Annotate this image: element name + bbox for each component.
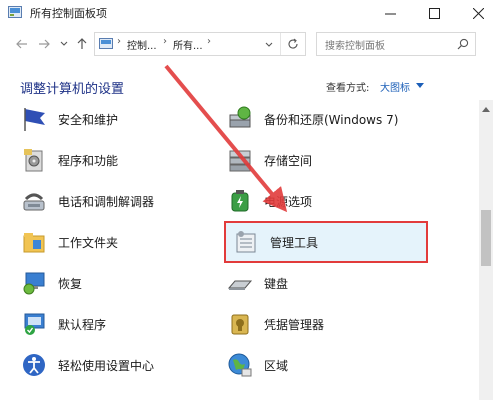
breadcrumb-control-panel[interactable]: 控制... (127, 37, 157, 52)
item-administrative-tools[interactable]: 管理工具 (224, 221, 428, 263)
item-region[interactable]: 区域 (226, 346, 466, 384)
maximize-icon (428, 7, 440, 19)
default-programs-icon (24, 313, 45, 335)
view-mode-caret-icon[interactable] (416, 83, 424, 89)
item-label: 程序和功能 (58, 153, 119, 168)
item-label: 区域 (264, 358, 289, 373)
search-icon[interactable] (457, 38, 469, 50)
item-label: 工作文件夹 (58, 235, 119, 250)
back-arrow-icon (16, 39, 27, 49)
ease-of-access-icon (23, 354, 45, 376)
up-button[interactable] (74, 36, 90, 52)
search-placeholder: 搜索控制面板 (325, 41, 385, 52)
item-ease-of-access[interactable]: 轻松使用设置中心 (20, 346, 220, 384)
item-label: 存储空间 (264, 153, 313, 168)
power-options-icon (231, 190, 249, 212)
breadcrumb-separator-icon: › (117, 36, 121, 47)
title-bar: 所有控制面板项 (0, 0, 500, 26)
item-label: 凭据管理器 (264, 317, 325, 332)
item-label: 电源选项 (264, 194, 313, 209)
item-phone-modem[interactable]: 电话和调制解调器 (20, 182, 220, 220)
item-label: 键盘 (264, 276, 289, 291)
address-bar[interactable]: › 控制... › 所有... › (94, 32, 306, 56)
view-mode-label: 查看方式: (326, 83, 370, 94)
control-panel-small-icon (99, 38, 113, 49)
backup-icon (229, 106, 251, 128)
recovery-icon (23, 272, 45, 295)
item-storage-spaces[interactable]: 存储空间 (226, 141, 466, 179)
back-button[interactable] (14, 36, 30, 52)
work-folders-icon (23, 233, 45, 253)
minimize-icon (384, 13, 396, 14)
chevron-down-icon (60, 41, 68, 46)
item-backup-restore[interactable]: 备份和还原(Windows 7) (226, 100, 466, 138)
item-credential-manager[interactable]: 凭据管理器 (226, 305, 466, 343)
refresh-icon (288, 38, 298, 49)
close-icon (472, 7, 484, 19)
storage-spaces-icon (229, 150, 251, 172)
vertical-scrollbar[interactable] (479, 100, 493, 400)
forward-button[interactable] (36, 36, 52, 52)
item-label: 管理工具 (270, 235, 319, 250)
maximize-button[interactable] (412, 0, 456, 26)
phone-modem-icon (23, 193, 45, 211)
programs-icon (24, 149, 43, 172)
page-heading: 调整计算机的设置 (20, 82, 125, 97)
scrollbar-thumb[interactable] (481, 210, 491, 266)
breadcrumb-all-items[interactable]: 所有... (173, 37, 203, 52)
security-flag-icon (24, 108, 45, 131)
minimize-button[interactable] (368, 0, 412, 26)
item-security-maintenance[interactable]: 安全和维护 (20, 100, 220, 138)
breadcrumb-separator-icon: › (163, 36, 167, 47)
search-box[interactable]: 搜索控制面板 (316, 32, 476, 56)
breadcrumb-separator-icon: › (207, 36, 211, 47)
item-label: 恢复 (58, 276, 83, 291)
item-label: 默认程序 (58, 317, 107, 332)
address-dropdown-icon[interactable] (263, 37, 275, 51)
window-title: 所有控制面板项 (30, 7, 107, 20)
item-label: 安全和维护 (58, 112, 119, 127)
item-default-programs[interactable]: 默认程序 (20, 305, 220, 343)
refresh-button[interactable] (280, 33, 305, 55)
keyboard-icon (227, 280, 253, 290)
control-panel-app-icon (8, 6, 22, 18)
item-label: 备份和还原(Windows 7) (264, 112, 399, 127)
admin-tools-icon (236, 231, 256, 253)
forward-arrow-icon (39, 39, 50, 49)
view-mode-dropdown[interactable]: 大图标 (380, 79, 410, 94)
navigation-bar: › 控制... › 所有... › 搜索控制面板 (0, 26, 500, 62)
scroll-up-arrow-icon[interactable] (482, 106, 490, 112)
up-arrow-icon (77, 38, 87, 49)
item-label: 轻松使用设置中心 (58, 358, 155, 373)
item-work-folders[interactable]: 工作文件夹 (20, 223, 220, 261)
item-power-options[interactable]: 电源选项 (226, 182, 466, 220)
close-button[interactable] (456, 0, 500, 26)
credential-manager-icon (231, 314, 249, 335)
item-keyboard[interactable]: 键盘 (226, 264, 466, 302)
item-label: 电话和调制解调器 (58, 194, 155, 209)
item-programs-features[interactable]: 程序和功能 (20, 141, 220, 179)
item-recovery[interactable]: 恢复 (20, 264, 220, 302)
recent-locations-button[interactable] (56, 36, 72, 52)
region-icon (228, 353, 252, 377)
